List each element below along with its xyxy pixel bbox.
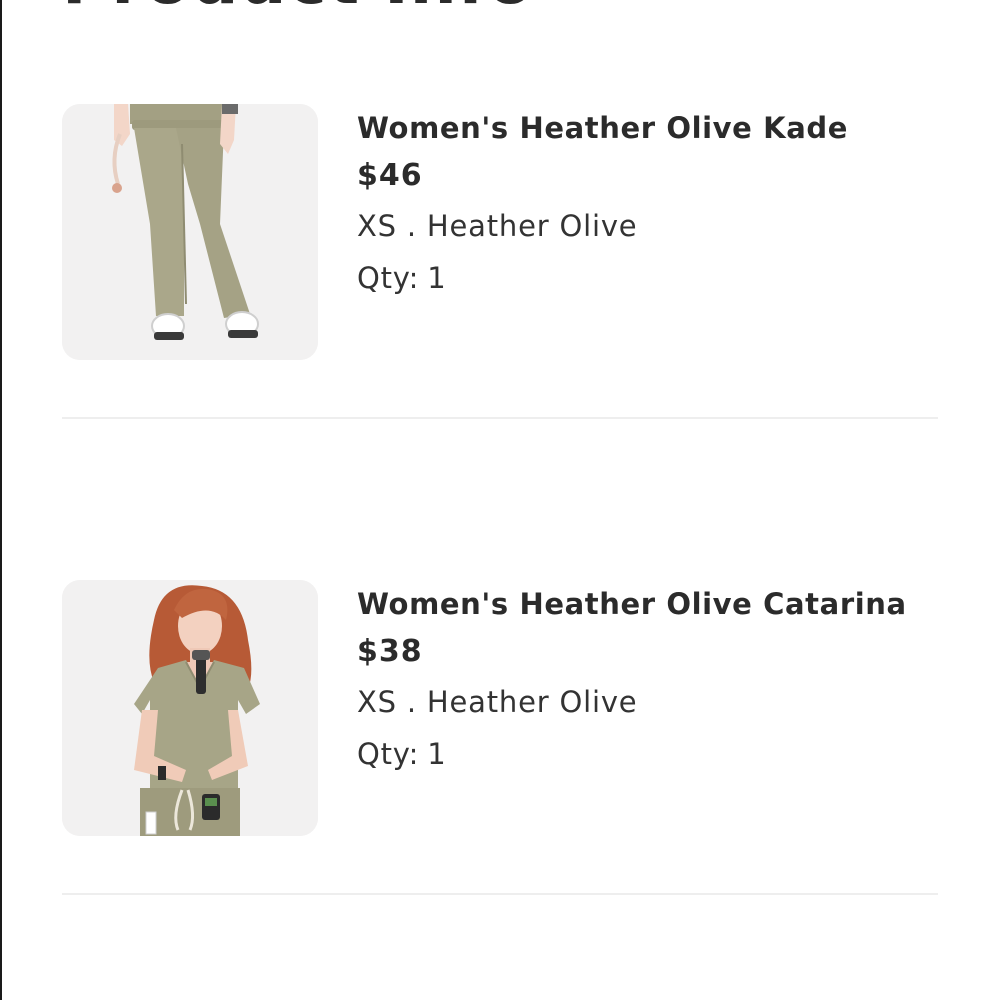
page-title: Product Info <box>62 0 534 19</box>
qty-value: 1 <box>427 737 447 771</box>
product-price: $38 <box>357 634 423 669</box>
qty-label: Qty: <box>357 261 420 295</box>
product-variant: XS . Heather Olive <box>357 209 638 243</box>
product-quantity: Qty: 1 <box>357 734 937 786</box>
product-name[interactable]: Women's Heather Olive Kade <box>357 108 937 154</box>
product-image-top[interactable] <box>62 580 318 836</box>
divider <box>62 893 938 895</box>
qty-value: 1 <box>427 261 447 295</box>
qty-label: Qty: <box>357 737 420 771</box>
product-info: Women's Heather Olive Kade $46 XS . Heat… <box>357 108 937 310</box>
scrub-pants-illustration <box>62 104 318 360</box>
scrub-top-illustration <box>62 580 318 836</box>
product-item[interactable]: Women's Heather Olive Catarina $38 XS . … <box>62 580 938 836</box>
product-quantity: Qty: 1 <box>357 258 937 310</box>
product-info: Women's Heather Olive Catarina $38 XS . … <box>357 584 937 786</box>
window-edge <box>0 0 2 1000</box>
order-summary-screen: Product Info <box>0 0 1000 1000</box>
product-variant: XS . Heather Olive <box>357 685 638 719</box>
divider <box>62 417 938 419</box>
product-item[interactable]: Women's Heather Olive Kade $46 XS . Heat… <box>62 104 938 360</box>
product-price: $46 <box>357 158 423 193</box>
product-image-pants[interactable] <box>62 104 318 360</box>
product-name[interactable]: Women's Heather Olive Catarina <box>357 584 937 630</box>
